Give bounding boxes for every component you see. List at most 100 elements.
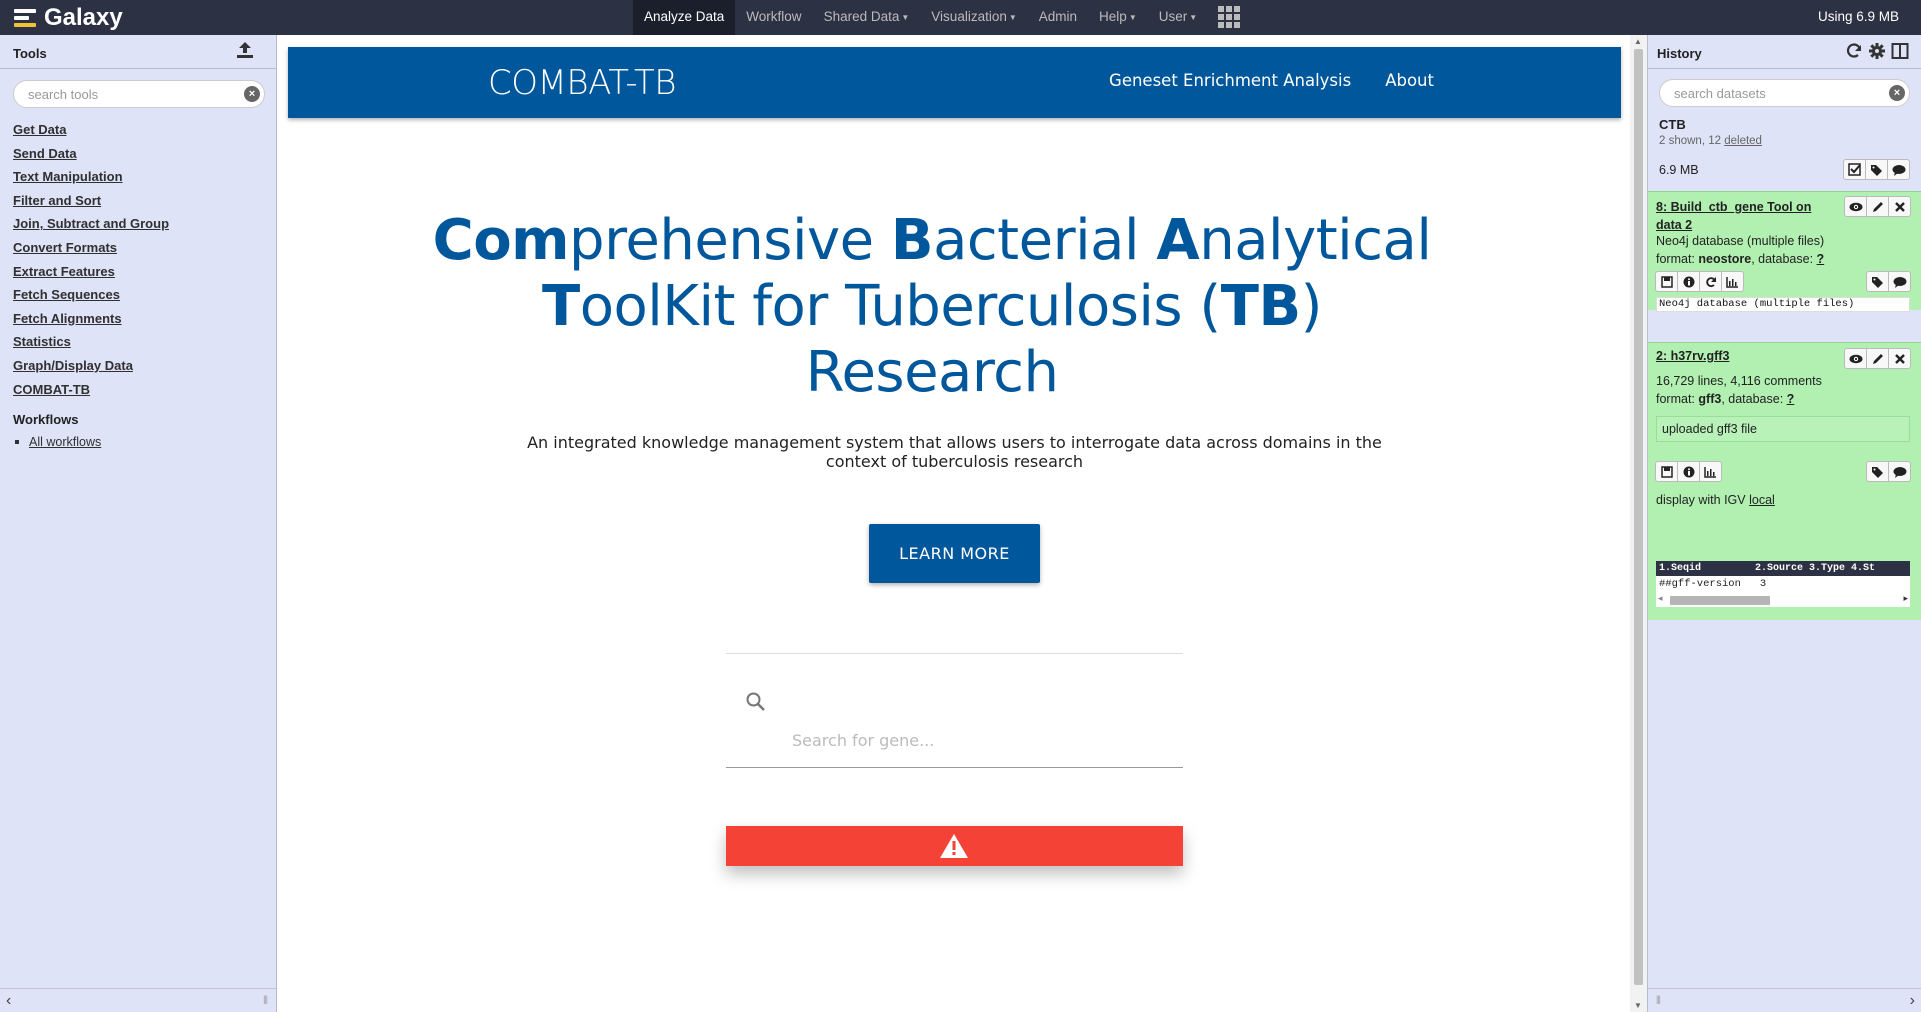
- gear-icon[interactable]: [1868, 42, 1886, 63]
- nav-shared-data[interactable]: Shared Data ▼: [813, 0, 921, 35]
- all-workflows-link[interactable]: All workflows: [29, 435, 101, 449]
- hero-subtitle: An integrated knowledge management syste…: [527, 433, 1382, 471]
- masthead: Galaxy Analyze Data Workflow Shared Data…: [0, 0, 1921, 35]
- nav-user[interactable]: User ▼: [1148, 0, 1208, 35]
- visualize-chart-icon[interactable]: [1699, 461, 1722, 482]
- dataset-secondary-actions: [1655, 461, 1722, 482]
- dataset-search-input[interactable]: [1674, 84, 1861, 102]
- all-workflows-item: All workflows: [13, 435, 101, 449]
- select-items-icon[interactable]: [1843, 159, 1866, 180]
- nav-help[interactable]: Help ▼: [1088, 0, 1148, 35]
- caret-down-icon: ▼: [901, 13, 910, 22]
- dataset-primary-actions: [1844, 196, 1911, 217]
- nav-workflow[interactable]: Workflow: [735, 0, 812, 35]
- tool-section-statistics[interactable]: Statistics: [13, 330, 263, 354]
- learn-more-button[interactable]: LEARN MORE: [869, 524, 1040, 583]
- eye-icon[interactable]: [1844, 348, 1867, 369]
- chevron-left-icon[interactable]: ‹: [6, 992, 11, 1010]
- tags-icon[interactable]: [1866, 271, 1889, 292]
- dataset-item-2: 2: h37rv.gff3 16,729 lines, 4,116 commen…: [1648, 342, 1921, 620]
- database-link[interactable]: ?: [1817, 252, 1825, 266]
- upload-icon[interactable]: [230, 41, 260, 63]
- history-name[interactable]: CTB: [1659, 117, 1686, 132]
- center-panel: COMBAT-TB Geneset Enrichment Analysis Ab…: [277, 35, 1647, 1012]
- dataset-summary: 16,729 lines, 4,116 comments: [1656, 374, 1822, 388]
- dataset-secondary-actions: [1655, 271, 1744, 292]
- rerun-icon[interactable]: [1699, 271, 1722, 292]
- tool-section-graph-display-data[interactable]: Graph/Display Data: [13, 354, 263, 378]
- tool-section-extract-features[interactable]: Extract Features: [13, 260, 263, 284]
- delete-x-icon[interactable]: [1888, 348, 1911, 369]
- tool-section-join-subtract-group[interactable]: Join, Subtract and Group: [13, 212, 263, 236]
- tool-section-combat-tb[interactable]: COMBAT-TB: [13, 378, 263, 402]
- pencil-icon[interactable]: [1866, 196, 1889, 217]
- tool-section-send-data[interactable]: Send Data: [13, 142, 263, 166]
- columns-icon[interactable]: [1891, 42, 1909, 63]
- deleted-link[interactable]: deleted: [1724, 135, 1762, 147]
- brand-label: Galaxy: [44, 4, 123, 31]
- download-icon[interactable]: [1655, 271, 1678, 292]
- center-scrollbar[interactable]: ▲ ▼: [1630, 35, 1647, 1012]
- tags-icon[interactable]: [1866, 461, 1889, 482]
- clear-search-icon[interactable]: ×: [1889, 85, 1905, 101]
- delete-x-icon[interactable]: [1888, 196, 1911, 217]
- visualize-chart-icon[interactable]: [1721, 271, 1744, 292]
- tool-section-fetch-sequences[interactable]: Fetch Sequences: [13, 283, 263, 307]
- tool-panel-scrollbar[interactable]: ‹ ⦀: [0, 988, 276, 1012]
- tags-icon[interactable]: [1865, 159, 1888, 180]
- tool-section-fetch-alignments[interactable]: Fetch Alignments: [13, 307, 263, 331]
- tool-search-box: ×: [13, 80, 265, 108]
- annotation-comment-icon[interactable]: [1888, 461, 1911, 482]
- eye-icon[interactable]: [1844, 196, 1867, 217]
- download-icon[interactable]: [1655, 461, 1678, 482]
- search-icon: [744, 690, 768, 717]
- peek-table-scrollbar[interactable]: ◂ ▸: [1656, 593, 1910, 607]
- info-icon[interactable]: [1677, 271, 1700, 292]
- history-panel-scrollbar[interactable]: ⦀ ›: [1648, 988, 1921, 1012]
- info-icon[interactable]: [1677, 461, 1700, 482]
- galaxy-brand[interactable]: Galaxy: [14, 4, 123, 32]
- scrollbar-thumb[interactable]: [1670, 596, 1770, 605]
- dataset-title[interactable]: 8: Build_ctb_gene Tool on data 2: [1656, 198, 1831, 234]
- resize-grip-icon[interactable]: ⦀: [1656, 995, 1661, 1008]
- tool-search-input[interactable]: [28, 85, 216, 103]
- nav-admin[interactable]: Admin: [1028, 0, 1088, 35]
- database-link[interactable]: ?: [1787, 392, 1795, 406]
- resize-grip-icon[interactable]: ⦀: [263, 995, 268, 1008]
- gene-search-input[interactable]: [792, 729, 1162, 751]
- caret-down-icon: ▼: [1008, 13, 1017, 22]
- history-header-icons: [1845, 42, 1909, 63]
- pencil-icon[interactable]: [1866, 348, 1889, 369]
- tool-section-convert-formats[interactable]: Convert Formats: [13, 236, 263, 260]
- annotation-comment-icon[interactable]: [1887, 159, 1910, 180]
- history-counts: 2 shown, 12 deleted: [1659, 135, 1762, 147]
- quota-meter[interactable]: Using 6.9 MB: [1818, 0, 1899, 34]
- dataset-peek: Neo4j database (multiple files): [1656, 297, 1910, 312]
- clear-search-icon[interactable]: ×: [244, 86, 260, 102]
- nav-geneset-enrichment-analysis[interactable]: Geneset Enrichment Analysis: [1109, 71, 1351, 90]
- dataset-title[interactable]: 2: h37rv.gff3: [1656, 347, 1831, 365]
- scroll-up-icon[interactable]: ▲: [1634, 37, 1642, 46]
- annotation-comment-icon[interactable]: [1888, 271, 1911, 292]
- tool-section-text-manipulation[interactable]: Text Manipulation: [13, 165, 263, 189]
- dataset-table-peek: 1.Seqid 2.Source 3.Type 4.St ##gff-versi…: [1656, 561, 1910, 607]
- tool-panel-title: Tools: [13, 46, 47, 61]
- error-alert-bar: [726, 826, 1183, 866]
- scroll-right-icon[interactable]: ▸: [1903, 593, 1908, 604]
- history-panel: History × CTB 2 shown, 12 deleted 6.9 MB…: [1647, 35, 1921, 1012]
- bullet-icon: [15, 439, 19, 444]
- scroll-left-icon[interactable]: ◂: [1658, 593, 1663, 604]
- tool-section-filter-and-sort[interactable]: Filter and Sort: [13, 189, 263, 213]
- refresh-icon[interactable]: [1845, 42, 1863, 63]
- apps-grid-icon[interactable]: [1218, 6, 1242, 28]
- nav-visualization[interactable]: Visualization ▼: [920, 0, 1027, 35]
- caret-down-icon: ▼: [1128, 13, 1137, 22]
- app-title[interactable]: COMBAT-TB: [488, 63, 677, 103]
- nav-about[interactable]: About: [1385, 71, 1434, 90]
- scroll-down-icon[interactable]: ▼: [1634, 1001, 1642, 1010]
- igv-local-link[interactable]: local: [1749, 493, 1775, 507]
- scrollbar-thumb[interactable]: [1634, 49, 1643, 985]
- chevron-right-icon[interactable]: ›: [1910, 992, 1915, 1010]
- nav-analyze-data[interactable]: Analyze Data: [633, 0, 736, 35]
- tool-section-get-data[interactable]: Get Data: [13, 118, 263, 142]
